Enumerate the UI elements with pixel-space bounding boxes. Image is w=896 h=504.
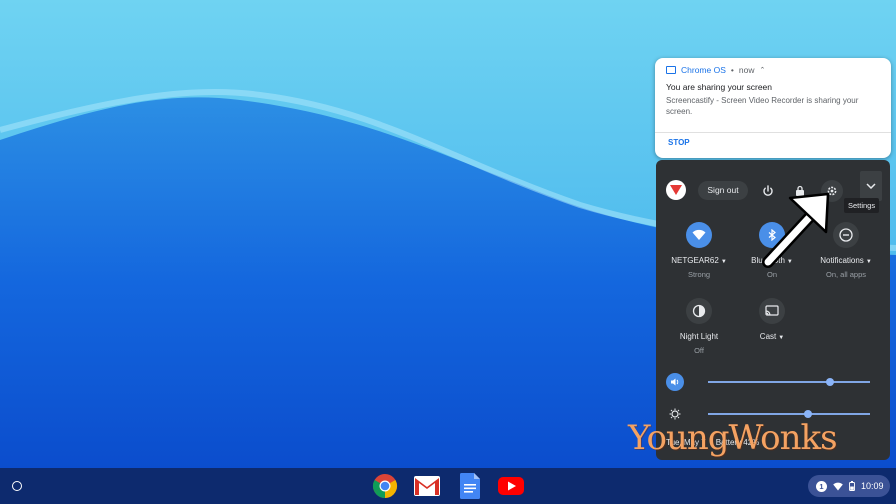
youtube-icon — [498, 477, 524, 495]
notification-title: You are sharing your screen — [666, 82, 773, 92]
brightness-slider-thumb[interactable] — [804, 410, 813, 418]
docs-icon — [460, 473, 480, 499]
watermark-logo: YoungWonks — [628, 418, 838, 458]
screen-share-icon — [666, 66, 676, 74]
night-light-icon — [692, 304, 706, 318]
tile-label: Cast ▼ — [759, 332, 785, 341]
chrome-icon — [372, 474, 398, 498]
annotation-arrow-icon — [762, 192, 830, 268]
gmail-icon — [414, 476, 440, 496]
chevron-down-icon — [866, 183, 876, 189]
notification-app-name: Chrome OS — [681, 65, 726, 75]
notification-separator: • — [730, 65, 734, 75]
night-light-toggle[interactable] — [686, 298, 712, 324]
shelf-app-gmail[interactable] — [414, 473, 440, 499]
status-area[interactable]: 1 10:09 — [808, 475, 890, 497]
cast-icon — [765, 305, 779, 316]
wifi-toggle[interactable] — [686, 222, 712, 248]
volume-icon — [671, 378, 679, 386]
do-not-disturb-icon — [839, 228, 853, 242]
notification-header: Chrome OS • now ⌃ — [666, 65, 765, 75]
brightness-slider[interactable] — [708, 413, 870, 415]
avatar[interactable] — [666, 180, 686, 200]
wifi-icon — [692, 229, 706, 240]
tile-status: Strong — [687, 270, 711, 279]
screen-share-notification[interactable]: Chrome OS • now ⌃ You are sharing your s… — [655, 58, 891, 158]
chevron-up-icon[interactable]: ⌃ — [759, 66, 765, 74]
collapse-button[interactable] — [860, 171, 882, 201]
shelf-app-chrome[interactable] — [372, 473, 398, 499]
tile-status: On — [766, 270, 777, 279]
volume-slider-thumb[interactable] — [825, 378, 834, 386]
settings-tooltip: Settings — [844, 198, 880, 213]
notification-time: now — [738, 65, 755, 75]
tile-status: Off — [694, 346, 704, 355]
tile-label: NETGEAR62 ▼ — [671, 256, 727, 265]
tile-label: Night Light — [679, 332, 719, 341]
volume-slider[interactable] — [708, 381, 870, 383]
shelf-app-docs[interactable] — [457, 473, 483, 499]
clock: 10:09 — [861, 481, 884, 491]
notification-body: Screencastify - Screen Video Recorder is… — [666, 96, 859, 116]
volume-button[interactable] — [666, 373, 684, 391]
launcher-button[interactable] — [8, 477, 26, 495]
tile-status: On, all apps — [825, 270, 867, 279]
sign-out-button[interactable]: Sign out — [698, 181, 748, 200]
battery-icon — [849, 481, 855, 491]
divider — [655, 132, 891, 133]
notification-count-badge: 1 — [816, 480, 827, 492]
shelf: 1 10:09 — [0, 468, 896, 504]
tile-night-light[interactable]: Night Light Off — [662, 298, 736, 355]
stop-sharing-button[interactable]: STOP — [668, 138, 690, 147]
cast-toggle[interactable] — [759, 298, 785, 324]
shelf-app-youtube[interactable] — [498, 473, 524, 499]
tile-cast[interactable]: Cast ▼ — [735, 298, 809, 341]
wifi-status-icon — [833, 482, 843, 490]
tile-wifi[interactable]: NETGEAR62 ▼ Strong — [662, 222, 736, 279]
